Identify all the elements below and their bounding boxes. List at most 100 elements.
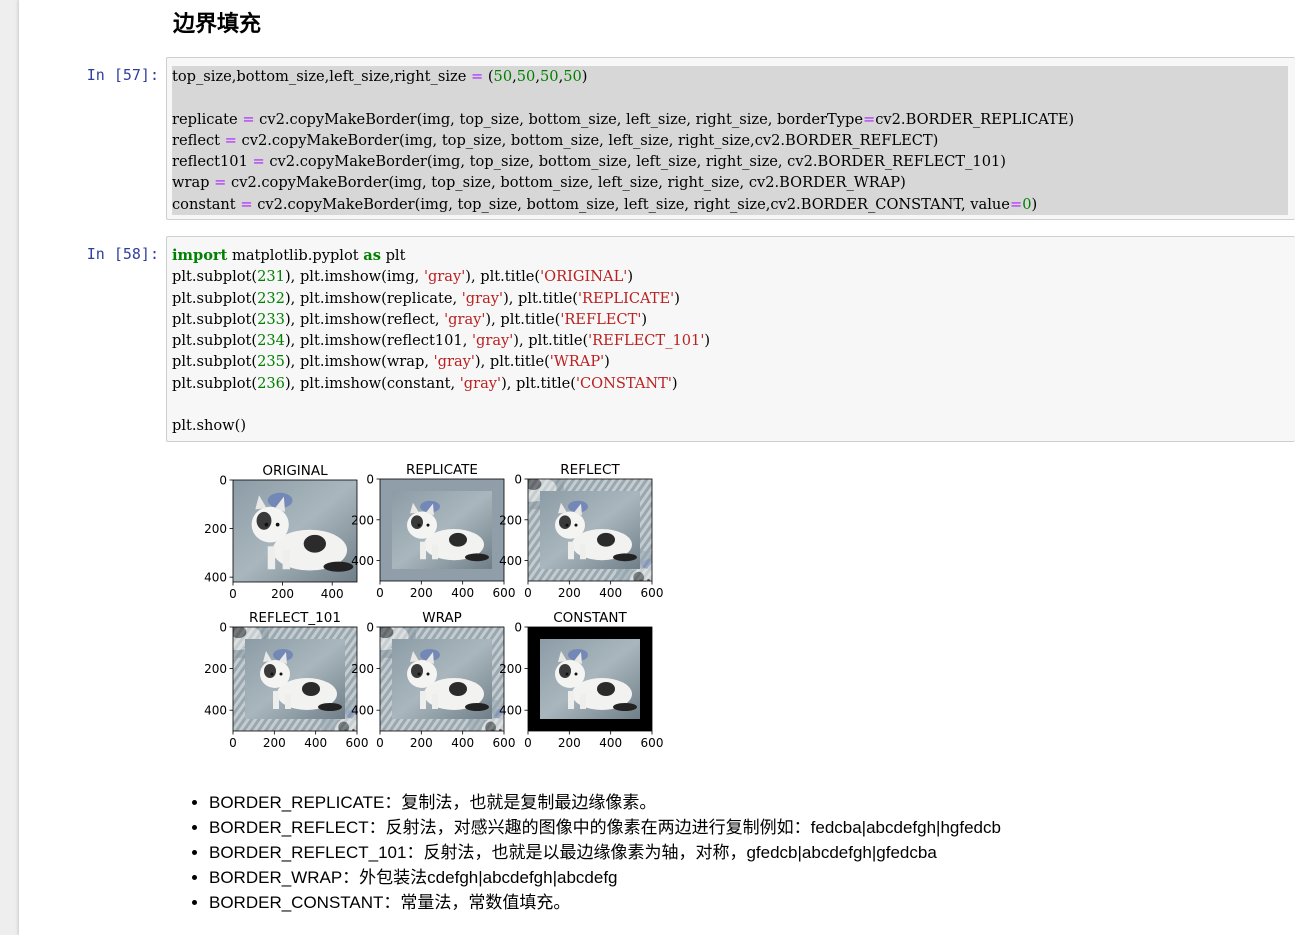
code-token-op: = [470,68,484,85]
code-token: top_size,bottom_size,left_size,right_siz… [172,68,471,85]
code-token: ( [483,68,494,85]
code-token-str: 'gray' [459,374,502,392]
code-line: reflect = cv2.copyMakeBorder(img, top_si… [172,129,1288,152]
code-cell-57[interactable]: top_size,bottom_size,left_size,right_siz… [166,57,1295,220]
code-token-str: 'gray' [423,268,466,286]
code-token: ), plt.imshow(reflect101, [284,332,472,350]
code-line: plt.subplot(235), plt.imshow(wrap, 'gray… [172,351,710,372]
x-tick-label: 200 [410,586,433,600]
code-token-num: 50 [516,68,536,85]
code-token-op: = [242,110,255,128]
code-token-str: 'WRAP' [549,353,605,371]
y-tick-label: 0 [219,621,227,635]
code-token: ) [627,268,634,286]
x-tick-label: 200 [271,587,294,601]
code-token-op: = [224,131,237,149]
x-tick-label: 0 [376,736,384,750]
y-tick-label: 400 [499,704,522,718]
code-token-str: 'CONSTANT' [575,374,672,392]
subplot-title: REFLECT_101 [249,610,341,626]
code-line: import matplotlib.pyplot as plt [172,245,710,266]
code-cell-58[interactable]: import matplotlib.pyplot as plt plt.subpl… [166,236,1295,442]
code-token: ) [604,353,610,371]
code-token: replicate [172,110,243,128]
x-tick-label: 600 [346,736,369,750]
code-token: ), plt.title( [503,289,578,307]
y-tick-label: 400 [204,571,227,585]
code-token-kw: import [172,247,228,264]
code-token: matplotlib.pyplot [227,247,364,264]
list-item: BORDER_CONSTANT：常量法，常数值填充。 [209,890,1001,915]
code-line: replicate = cv2.copyMakeBorder(img, top_… [172,108,1288,130]
code-token: constant [172,195,241,213]
y-tick-label: 0 [366,621,374,635]
code-line: plt.subplot(233), plt.imshow(reflect, 'g… [172,309,710,330]
x-tick-label: 0 [524,736,532,750]
subplot-constant: CONSTANT 0 200 400 600 0 200 400 [499,610,663,750]
border-type-list: BORDER_REPLICATE：复制法，也就是复制最边缘像素。 BORDER_… [189,790,1001,915]
code-token: ), plt.imshow(wrap, [284,353,434,371]
code-token: plt.subplot( [172,310,258,328]
x-tick-label: 0 [229,736,237,750]
y-tick-label: 400 [204,704,227,718]
code-line: reflect101 = cv2.copyMakeBorder(img, top… [172,151,1288,173]
code-token-str: 'ORIGINAL' [540,268,628,286]
code-token: plt [380,247,406,264]
code-token: ) [641,310,648,328]
code-token: plt.subplot( [172,353,258,371]
y-tick-label: 400 [351,704,374,718]
x-tick-label: 600 [493,736,516,750]
code-token: reflect101 [172,153,253,171]
code-token-num: 232 [257,289,285,307]
x-tick-label: 0 [229,587,237,601]
x-tick-label: 200 [558,736,581,750]
code-token-str: 'REFLECT_101' [588,332,705,350]
x-tick-label: 400 [451,736,474,750]
x-tick-label: 600 [493,586,516,600]
y-tick-label: 200 [499,662,522,676]
subplot-replicate: REPLICATE 0 200 400 600 0 200 400 [351,462,515,600]
code-token: plt.show() [172,417,247,435]
list-item: BORDER_REFLECT_101：反射法，也就是以最边缘像素为轴，对称，gf… [209,840,1001,865]
x-tick-label: 200 [410,736,433,750]
x-tick-label: 400 [599,586,622,600]
code-token: cv2.BORDER_REPLICATE) [875,110,1075,128]
x-tick-label: 400 [304,736,327,750]
code-line: constant = cv2.copyMakeBorder(img, top_s… [172,193,1288,216]
code-line: plt.subplot(234), plt.imshow(reflect101,… [172,330,710,351]
code-token: ), plt.title( [474,353,550,371]
code-token-str: 'gray' [461,289,504,307]
code-token: ) [671,374,678,392]
code-line: plt.subplot(236), plt.imshow(constant, '… [172,373,710,394]
code-token: cv2.copyMakeBorder(img, top_size, bottom… [264,153,1006,171]
y-tick-label: 200 [499,513,522,527]
code-token: cv2.copyMakeBorder(img, top_size, bottom… [252,195,1010,213]
code-token: ), plt.imshow(constant, [284,374,460,392]
code-token: ) [704,332,711,350]
x-tick-label: 0 [376,586,384,600]
subplot-title: REFLECT [560,462,620,478]
y-tick-label: 400 [351,554,374,568]
code-token-str: 'REPLICATE' [577,289,675,307]
code-cell-57-source[interactable]: top_size,bottom_size,left_size,right_siz… [172,66,1288,216]
code-token: ), plt.title( [513,332,589,350]
x-tick-label: 600 [641,586,664,600]
code-token: cv2.copyMakeBorder(img, top_size, bottom… [236,131,939,149]
code-token: plt.subplot( [172,268,258,286]
code-token-str: 'gray' [433,353,475,371]
y-tick-label: 200 [351,513,374,527]
code-token: ), plt.title( [501,374,576,392]
x-tick-label: 400 [321,587,344,601]
y-tick-label: 0 [366,473,374,487]
code-token: wrap [172,174,215,192]
code-line: top_size,bottom_size,left_size,right_siz… [172,66,1288,88]
subplot-title: CONSTANT [553,610,627,626]
cell-58-prompt: In [58]: [86,245,159,263]
code-cell-58-source[interactable]: import matplotlib.pyplot as plt plt.subpl… [172,245,710,437]
subplot-original: ORIGINAL0 200 4000200400 [204,463,358,601]
code-line: plt.show() [172,415,710,436]
subplot-title: ORIGINAL [262,463,328,479]
code-token: ), plt.title( [485,310,561,328]
y-tick-label: 200 [351,662,374,676]
